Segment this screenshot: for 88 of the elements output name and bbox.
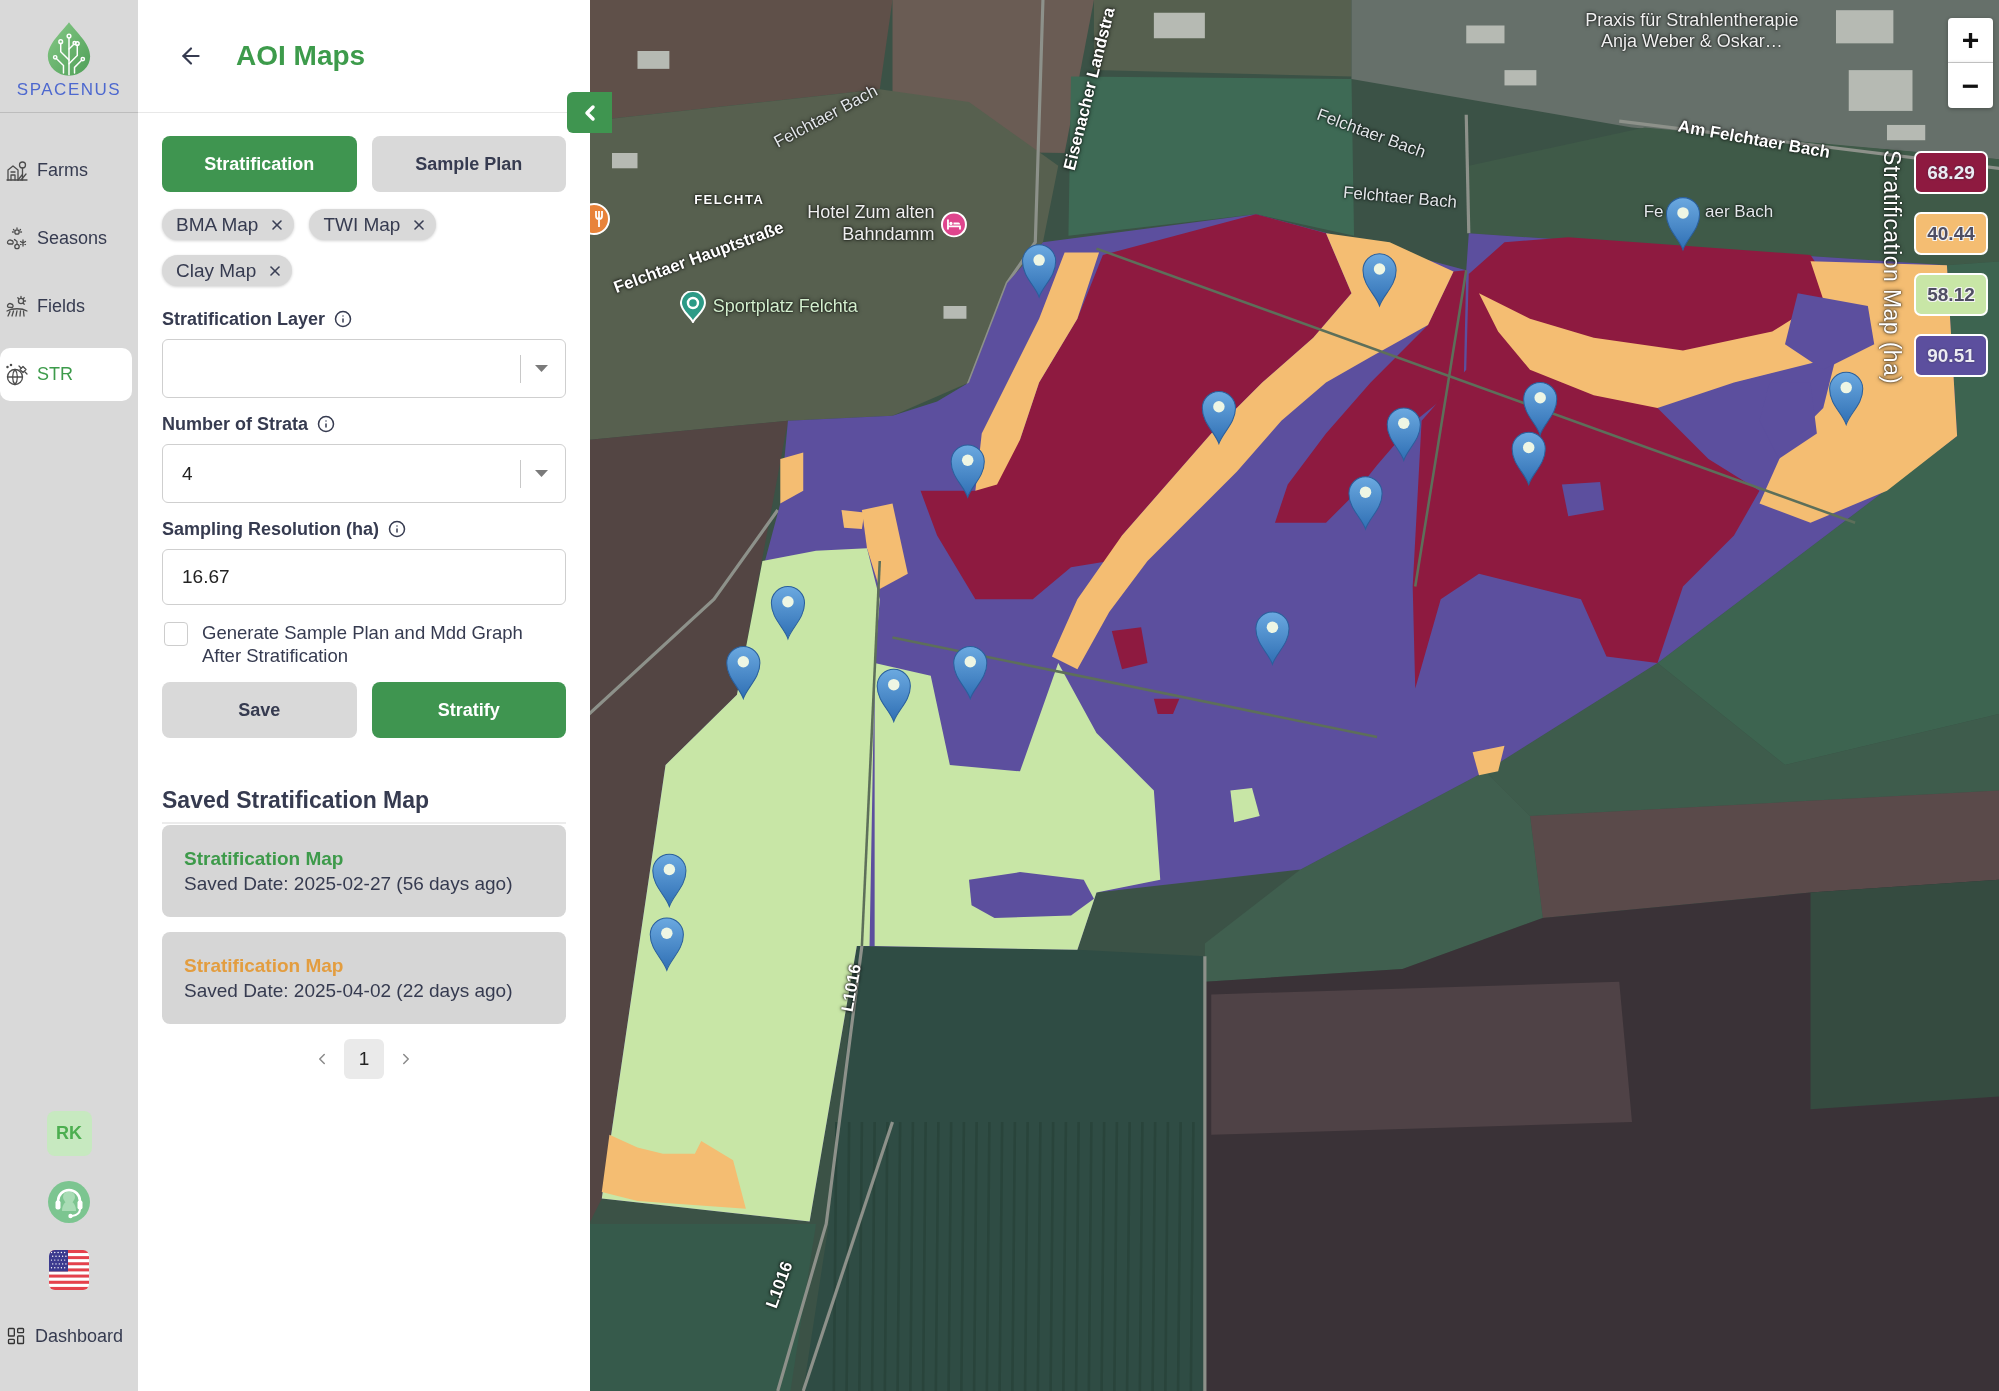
legend-value: 40.44 [1914, 212, 1988, 255]
map-pin-icon[interactable] [1523, 382, 1558, 436]
info-icon[interactable] [334, 310, 353, 328]
map-pin-icon[interactable] [950, 444, 985, 498]
save-button[interactable]: Save [162, 682, 357, 738]
map-pin-icon[interactable] [1511, 431, 1546, 485]
map-pin-icon[interactable] [770, 586, 806, 640]
zoom-in-button[interactable]: + [1948, 18, 1993, 63]
checkbox-label: Generate Sample Plan and Mdd Graph After Stratification [202, 621, 524, 667]
fork-knife-icon[interactable] [590, 203, 612, 236]
legend-value: 58.12 [1914, 273, 1988, 316]
building [612, 153, 638, 169]
place-label: Hotel Zum alten Bahndamm [807, 202, 935, 246]
page-button[interactable]: 1 [344, 1039, 384, 1079]
map-pin-icon[interactable] [1362, 253, 1397, 307]
building [637, 51, 670, 69]
collapse-panel-button[interactable] [567, 92, 612, 133]
stratum-zone [1230, 787, 1260, 823]
map-pin-icon[interactable] [876, 668, 911, 723]
leaf-logo-icon [46, 20, 92, 77]
chip-label: Clay Map [176, 259, 257, 282]
building [1504, 70, 1537, 86]
caret-down-icon [535, 470, 548, 477]
map-pin-icon[interactable] [1348, 476, 1383, 530]
map-pin-icon[interactable] [649, 917, 684, 971]
tab[interactable]: Stratification [162, 136, 357, 192]
map-pin-icon[interactable] [1201, 390, 1236, 445]
stream-label: aer Bach [1705, 201, 1774, 222]
nav-item[interactable]: STR [0, 348, 132, 401]
map-pin-icon[interactable] [1829, 371, 1864, 426]
map-pin-icon[interactable] [1665, 197, 1701, 251]
legend-title: Stratification Map (ha) [1880, 150, 1904, 385]
select-field[interactable]: 4 [162, 444, 566, 503]
stratify-button[interactable]: Stratify [371, 682, 566, 738]
legend-value: 68.29 [1914, 151, 1988, 194]
tab[interactable]: Sample Plan [371, 136, 566, 192]
saved-map-card[interactable]: Stratification Map Saved Date: 2025-02-27 (56 days ago) [162, 825, 566, 917]
stratum-zone [780, 452, 804, 504]
weather-icon [5, 226, 29, 251]
stratum-zone [1472, 745, 1505, 776]
dashboard-link[interactable]: Dashboard [6, 1321, 124, 1351]
zoom-out-button[interactable]: − [1948, 63, 1993, 108]
chip-label: BMA Map [176, 213, 259, 236]
saved-map-card[interactable]: Stratification Map Saved Date: 2025-04-02 (22 days ago) [162, 932, 566, 1024]
map-pin-icon[interactable] [1386, 407, 1421, 461]
building [1466, 25, 1505, 44]
stream-label: Felchtaer Bach [1342, 182, 1458, 213]
map-pin-icon[interactable] [953, 645, 988, 700]
field-label: Stratification Layer [162, 308, 326, 330]
brand-name: SPACENUS [16, 80, 122, 98]
nav-item[interactable]: Farms [0, 144, 132, 197]
map-pin-icon[interactable] [726, 645, 761, 700]
map-pin-icon[interactable] [1255, 611, 1290, 665]
field-label: Number of Strata [162, 413, 309, 435]
select-field[interactable] [162, 339, 566, 398]
nav-item[interactable]: Seasons [0, 212, 132, 265]
legend-value: 90.51 [1914, 334, 1988, 377]
map-pin-icon[interactable] [652, 853, 687, 907]
info-icon[interactable] [388, 520, 406, 538]
text-input-field[interactable]: 16.67 [162, 549, 566, 605]
place-label: Praxis für Strahlentherapie Anja Weber & Oskar… [1585, 10, 1799, 54]
panel-title: AOI Maps [236, 40, 366, 72]
us-flag-icon[interactable] [49, 1250, 89, 1290]
building [1836, 10, 1894, 44]
info-icon[interactable] [317, 415, 336, 433]
map-pin-icon[interactable] [1022, 244, 1057, 298]
saved-map-title: Stratification Map [184, 954, 345, 978]
place-label: Sportplatz Felchta [712, 296, 858, 319]
stream-label: Fe [1643, 201, 1664, 222]
nav-item[interactable]: Fields [0, 280, 132, 333]
location-pin-icon[interactable] [679, 291, 706, 324]
road-label: L1016 [762, 1259, 798, 1312]
saved-date: Saved Date: 2025-02-27 (56 days ago) [184, 872, 514, 896]
town-label: FELCHTA [694, 192, 765, 208]
sun-field-icon [5, 294, 29, 319]
dashboard-grid-icon [6, 1326, 26, 1346]
road-label: L1016 [837, 962, 866, 1014]
chip-label: TWI Map [323, 213, 401, 236]
saved-map-title: Stratification Map [184, 847, 345, 871]
bed-icon[interactable] [941, 211, 968, 238]
checkbox[interactable] [164, 622, 188, 646]
globe-satellite-icon [5, 362, 29, 387]
road-label: Am Felchtaer Bach [1676, 116, 1832, 164]
field-label: Sampling Resolution (ha) [162, 518, 379, 540]
saved-date: Saved Date: 2025-04-02 (22 days ago) [184, 979, 514, 1003]
barn-icon [5, 158, 29, 183]
caret-down-icon [535, 365, 548, 372]
building [1848, 70, 1913, 111]
